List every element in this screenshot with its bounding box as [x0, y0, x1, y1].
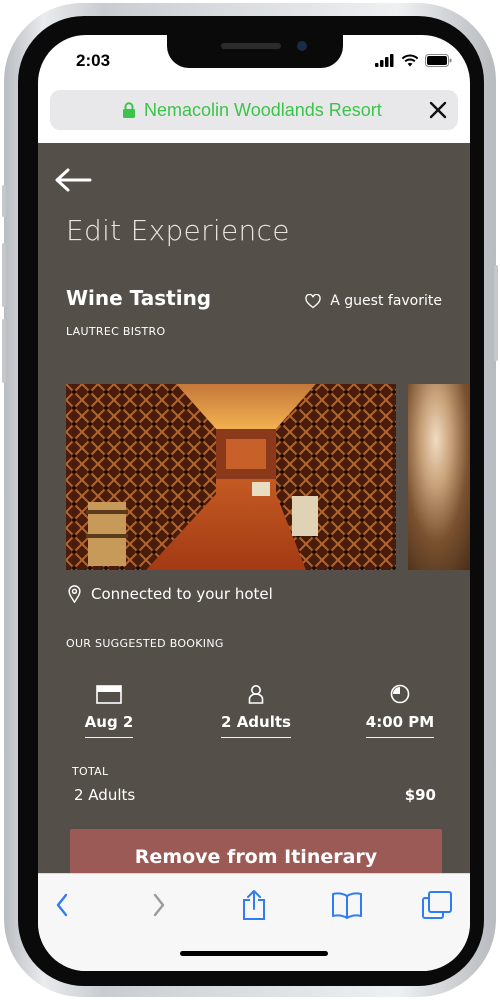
photo-gallery[interactable]: [66, 384, 470, 570]
site-name: Nemacolin Woodlands Resort: [144, 100, 382, 120]
calendar-icon: [96, 684, 122, 704]
experience-title: Wine Tasting: [66, 286, 212, 310]
power-button: [494, 265, 498, 361]
camera: [297, 41, 307, 51]
total-label: TOTAL: [72, 765, 109, 778]
bookmarks-button[interactable]: [327, 888, 367, 922]
browser-toolbar: [38, 873, 470, 971]
bookmarks-icon: [332, 892, 362, 919]
status-time: 2:03: [76, 51, 111, 70]
battery-icon: [425, 53, 452, 67]
suggested-booking-label: OUR SUGGESTED BOOKING: [66, 637, 224, 650]
signal-icon: [375, 53, 394, 67]
experience-panel: Edit Experience Wine Tasting A guest fav…: [38, 143, 470, 905]
booking-guests[interactable]: 2 Adults: [211, 683, 301, 738]
tabs-icon: [422, 891, 452, 919]
total-description: 2 Adults: [74, 786, 136, 804]
location-pin-icon: [68, 585, 81, 603]
home-indicator[interactable]: [180, 951, 328, 956]
page-title: Edit Experience: [66, 214, 290, 247]
status-icons: [375, 53, 452, 67]
back-arrow-icon[interactable]: [54, 167, 92, 193]
wine-cellar-photo: [66, 384, 396, 570]
clock-icon: [390, 684, 410, 704]
speaker: [221, 43, 281, 49]
location-note: Connected to your hotel: [91, 585, 273, 603]
volume-down-button: [2, 319, 6, 383]
mute-switch: [2, 185, 6, 217]
volume-up-button: [2, 243, 6, 307]
nav-forward-button[interactable]: [139, 888, 179, 922]
booking-time[interactable]: 4:00 PM: [355, 683, 445, 738]
share-icon: [243, 890, 265, 920]
total-price: $90: [404, 786, 436, 804]
nav-forward-icon: [153, 893, 165, 917]
booking-guests-value: 2 Adults: [221, 713, 291, 738]
address-bar[interactable]: Nemacolin Woodlands Resort: [50, 90, 458, 130]
wifi-icon: [401, 54, 419, 66]
booking-date-value: Aug 2: [84, 713, 134, 738]
location-row: Connected to your hotel: [68, 585, 273, 603]
nav-back-button[interactable]: [42, 888, 82, 922]
close-icon[interactable]: [424, 96, 452, 124]
nav-back-icon: [56, 893, 68, 917]
tabs-button[interactable]: [417, 888, 457, 922]
favorite-label: A guest favorite: [330, 293, 442, 309]
heart-icon: [305, 293, 321, 308]
favorite-badge: A guest favorite: [305, 293, 442, 309]
booking-time-value: 4:00 PM: [365, 713, 435, 738]
booking-date[interactable]: Aug 2: [64, 683, 154, 738]
notch: [167, 35, 343, 68]
person-icon: [248, 685, 264, 704]
screen: 2:03 Nemacolin Woodlands Resort Edit Exp…: [38, 35, 470, 971]
phone-frame: 2:03 Nemacolin Woodlands Resort Edit Exp…: [2, 3, 498, 997]
venue-name: LAUTREC BISTRO: [66, 325, 166, 338]
share-button[interactable]: [234, 888, 274, 922]
wine-glasses-photo: [408, 384, 470, 570]
lock-icon: [123, 102, 135, 118]
